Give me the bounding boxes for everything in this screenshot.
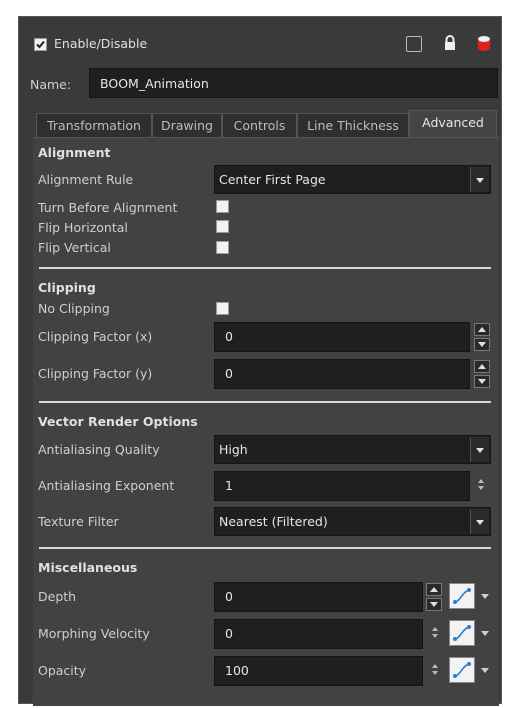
stepper-arrows-icon[interactable] xyxy=(432,664,440,678)
antialiasing-quality-label: Antialiasing Quality xyxy=(38,442,160,457)
alignment-rule-dropdown[interactable]: Center First Page xyxy=(214,165,491,194)
enable-checkbox[interactable] xyxy=(34,38,47,51)
function-curve-icon xyxy=(453,662,471,678)
flip-horizontal-label: Flip Horizontal xyxy=(38,220,128,235)
antialiasing-quality-dropdown[interactable]: High xyxy=(214,435,491,464)
texture-filter-dropdown[interactable]: Nearest (Filtered) xyxy=(214,507,491,536)
depth-label: Depth xyxy=(38,589,77,604)
opacity-field[interactable]: 100 xyxy=(214,656,423,686)
section-divider xyxy=(39,547,491,549)
clipping-title: Clipping xyxy=(38,280,96,295)
morphing-velocity-label: Morphing Velocity xyxy=(38,626,150,641)
clipping-factor-x-label: Clipping Factor (x) xyxy=(38,329,153,344)
section-divider xyxy=(39,267,491,269)
flip-vertical-checkbox[interactable] xyxy=(216,241,229,254)
stepper-arrows-icon[interactable] xyxy=(432,627,440,641)
texture-filter-label: Texture Filter xyxy=(38,514,119,529)
opacity-function-button[interactable] xyxy=(449,657,475,683)
tab-drawing[interactable]: Drawing xyxy=(152,113,222,137)
chevron-down-icon xyxy=(470,509,489,534)
texture-filter-value: Nearest (Filtered) xyxy=(219,514,328,529)
alignment-title: Alignment xyxy=(38,145,111,160)
layer-properties-panel: Enable/Disable Name: BOOM_Animation Tran… xyxy=(18,16,502,706)
function-curve-icon xyxy=(453,625,471,641)
tab-line-thickness[interactable]: Line Thickness xyxy=(297,113,409,137)
tab-controls[interactable]: Controls xyxy=(222,113,297,137)
enable-label: Enable/Disable xyxy=(54,36,148,51)
antialiasing-exponent-label: Antialiasing Exponent xyxy=(38,478,175,493)
function-curve-icon xyxy=(453,588,471,604)
alignment-rule-value: Center First Page xyxy=(219,172,326,187)
miscellaneous-title: Miscellaneous xyxy=(38,560,138,575)
tab-transformation[interactable]: Transformation xyxy=(36,113,152,137)
stepper-down-icon[interactable] xyxy=(474,375,490,388)
layer-color-icon[interactable] xyxy=(477,35,491,52)
turn-before-alignment-label: Turn Before Alignment xyxy=(38,200,178,215)
clipping-factor-x-field[interactable]: 0 xyxy=(214,322,470,352)
no-clipping-checkbox[interactable] xyxy=(216,302,229,315)
chevron-down-icon[interactable] xyxy=(481,668,489,673)
chevron-down-icon[interactable] xyxy=(481,594,489,599)
flip-vertical-label: Flip Vertical xyxy=(38,240,111,255)
name-field[interactable]: BOOM_Animation xyxy=(89,68,498,98)
clipping-factor-x-stepper[interactable] xyxy=(474,323,490,351)
chevron-down-icon xyxy=(470,437,489,462)
checkmark-icon xyxy=(36,40,45,49)
stepper-down-icon[interactable] xyxy=(474,338,490,351)
name-label: Name: xyxy=(30,77,72,92)
flip-horizontal-checkbox[interactable] xyxy=(216,220,229,233)
turn-before-alignment-checkbox[interactable] xyxy=(216,200,229,213)
depth-field[interactable]: 0 xyxy=(214,582,423,612)
morphing-velocity-function-button[interactable] xyxy=(449,620,475,646)
stepper-up-icon[interactable] xyxy=(426,583,442,596)
stepper-arrows-icon[interactable] xyxy=(478,479,486,493)
clipping-factor-y-stepper[interactable] xyxy=(474,360,490,388)
square-toggle-icon[interactable] xyxy=(406,36,422,52)
depth-function-button[interactable] xyxy=(449,583,475,609)
opacity-label: Opacity xyxy=(38,663,87,678)
chevron-down-icon xyxy=(470,167,489,192)
alignment-rule-label: Alignment Rule xyxy=(38,172,134,187)
stepper-up-icon[interactable] xyxy=(474,360,490,373)
stepper-up-icon[interactable] xyxy=(474,323,490,336)
depth-stepper[interactable] xyxy=(426,583,442,611)
stepper-down-icon[interactable] xyxy=(426,598,442,611)
lock-icon[interactable] xyxy=(443,35,457,51)
clipping-factor-y-label: Clipping Factor (y) xyxy=(38,366,153,381)
antialiasing-quality-value: High xyxy=(219,442,248,457)
section-divider xyxy=(39,401,491,403)
clipping-factor-y-field[interactable]: 0 xyxy=(214,359,470,389)
antialiasing-exponent-field[interactable]: 1 xyxy=(214,471,470,501)
no-clipping-label: No Clipping xyxy=(38,301,110,316)
vector-render-title: Vector Render Options xyxy=(38,414,198,429)
morphing-velocity-field[interactable]: 0 xyxy=(214,619,423,649)
chevron-down-icon[interactable] xyxy=(481,631,489,636)
tab-advanced[interactable]: Advanced xyxy=(409,110,497,137)
